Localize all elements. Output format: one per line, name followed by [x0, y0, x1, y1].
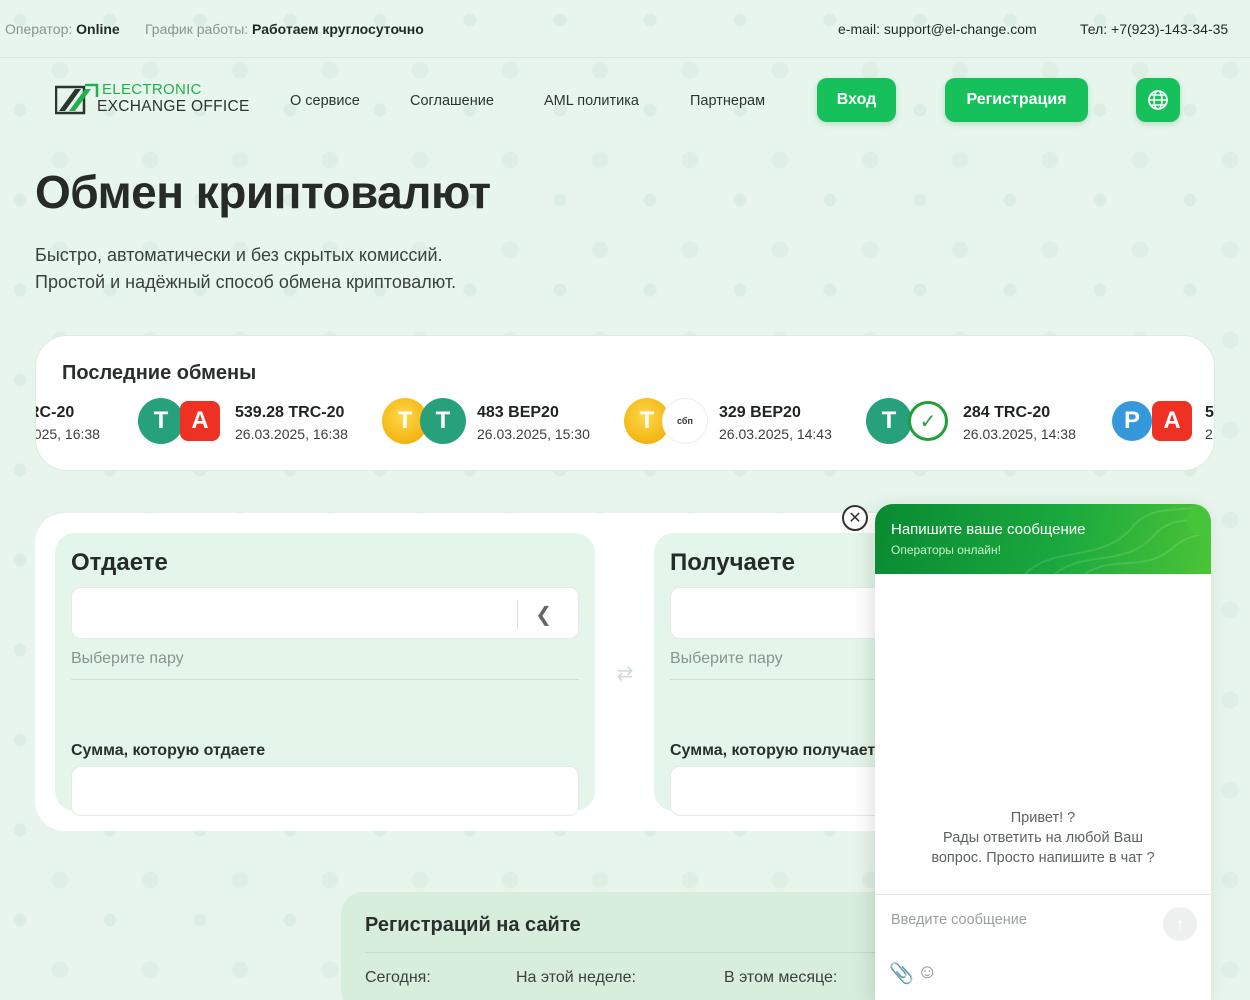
- registrations-divider: [365, 952, 885, 953]
- hero-subtitle-1: Быстро, автоматически и без скрытых коми…: [35, 245, 443, 265]
- chat-header: Напишите ваше сообщение Операторы онлайн…: [875, 504, 1211, 574]
- email-label: e-mail:: [838, 21, 881, 37]
- nav-aml-policy[interactable]: AML политика: [544, 93, 639, 109]
- schedule-label: График работы:: [145, 21, 249, 37]
- emoji-icon[interactable]: ☺: [917, 961, 937, 984]
- exchange-form-card: Отдаете ❮ Выберите пару Сумма, которую о…: [35, 513, 915, 831]
- chat-send-button[interactable]: ↑: [1163, 907, 1197, 941]
- operator-label: Оператор:: [5, 21, 73, 37]
- exchange-item: T сбп 329 BEP20 26.03.2025, 14:43: [624, 396, 854, 448]
- exchange-date: 26.03.2025, 14:38: [963, 426, 1076, 442]
- registrations-title: Регистраций на сайте: [365, 914, 581, 936]
- exchange-date: 26.03.2025, 14:43: [719, 426, 832, 442]
- exchange-date: 2: [1205, 426, 1213, 442]
- last-exchanges-card: Последние обмены RC-20 2025, 16:38 T А 5…: [35, 335, 1215, 471]
- phone-label: Тел:: [1080, 21, 1108, 37]
- logo-text-line1: ELECTRONIC: [102, 81, 202, 98]
- select-divider: [517, 600, 518, 630]
- exchange-item: RC-20 2025, 16:38: [36, 396, 138, 448]
- login-button[interactable]: Вход: [817, 78, 896, 122]
- exchange-date: 26.03.2025, 15:30: [477, 426, 590, 442]
- give-amount-label: Сумма, которую отдаете: [71, 742, 266, 759]
- last-exchanges-title: Последние обмены: [62, 362, 257, 384]
- exchange-amount: RC-20: [36, 404, 75, 421]
- sbp-icon: сбп: [662, 398, 708, 444]
- hero-subtitle-2: Простой и надёжный способ обмена криптов…: [35, 272, 457, 292]
- logo-mark-icon: [55, 83, 99, 115]
- register-button[interactable]: Регистрация: [945, 78, 1088, 122]
- email-contact[interactable]: e-mail: support@el-change.com: [838, 21, 1037, 37]
- give-currency-select[interactable]: ❮: [71, 587, 579, 639]
- give-title: Отдаете: [71, 549, 168, 576]
- give-panel: Отдаете ❮ Выберите пару Сумма, которую о…: [55, 533, 595, 816]
- chat-status-dot: [1187, 504, 1211, 536]
- site-logo[interactable]: ELECTRONIC EXCHANGE OFFICE: [55, 80, 260, 120]
- email-link[interactable]: support@el-change.com: [884, 21, 1037, 37]
- alfa-bank-icon: А: [180, 401, 220, 441]
- language-button[interactable]: [1136, 78, 1180, 122]
- exchange-amount: 5: [1205, 404, 1214, 421]
- sberbank-icon: ✓: [908, 401, 948, 441]
- exchange-amount: 329 BEP20: [719, 404, 801, 421]
- page-title: Обмен криптовалют: [35, 166, 491, 218]
- stat-month: В этом месяце:: [724, 969, 838, 986]
- receive-title: Получаете: [670, 549, 796, 576]
- chevron-left-icon[interactable]: ❮: [535, 602, 552, 627]
- exchange-amount: 284 TRC-20: [963, 404, 1051, 421]
- exchange-amount: 483 BEP20: [477, 404, 559, 421]
- top-info-bar: Оператор: Online График работы: Работаем…: [0, 0, 1250, 58]
- nav-about[interactable]: О сервисе: [290, 93, 360, 109]
- exchange-item: P А 5 2: [1112, 396, 1214, 448]
- exchange-item: T T 483 BEP20 26.03.2025, 15:30: [382, 396, 612, 448]
- alfa-bank-icon: А: [1152, 401, 1192, 441]
- close-icon[interactable]: ✕: [848, 508, 861, 528]
- globe-icon: [1148, 90, 1168, 110]
- receive-pair-hint: Выберите пару: [670, 650, 783, 667]
- work-schedule: График работы: Работаем круглосуточно: [145, 21, 424, 37]
- logo-text-line2: EXCHANGE OFFICE: [97, 98, 250, 115]
- nav-partners[interactable]: Партнерам: [690, 93, 765, 109]
- chat-greeting-line1: Привет! ?: [1010, 810, 1076, 826]
- stat-week: На этой неделе:: [516, 969, 636, 986]
- operator-status: Оператор: Online: [5, 21, 120, 37]
- swap-icon[interactable]: ⇄: [610, 653, 640, 693]
- tether-icon: T: [138, 398, 184, 444]
- phone-contact[interactable]: Тел: +7(923)-143-34-35: [1080, 21, 1228, 37]
- exchange-date: 2025, 16:38: [36, 426, 100, 442]
- give-pair-hint: Выберите пару: [71, 650, 184, 667]
- exchange-amount: 539.28 TRC-20: [235, 404, 345, 421]
- registrations-card: Регистраций на сайте Сегодня: На этой не…: [341, 892, 901, 1000]
- chat-input-divider: [875, 894, 1211, 895]
- operator-value: Online: [76, 21, 120, 37]
- chat-close-button[interactable]: ✕: [842, 505, 868, 531]
- chat-greeting-line3: вопрос. Просто напишите в чат ?: [931, 850, 1155, 866]
- exchange-date: 26.03.2025, 16:38: [235, 426, 348, 442]
- chat-greeting: Привет! ? Рады ответить на любой Ваш воп…: [895, 808, 1191, 868]
- exchange-item: T А 539.28 TRC-20 26.03.2025, 16:38: [138, 396, 368, 448]
- receive-amount-label: Сумма, которую получаете: [670, 742, 885, 759]
- tether-icon: T: [866, 398, 912, 444]
- chat-widget: Напишите ваше сообщение Операторы онлайн…: [875, 504, 1211, 1000]
- exchange-item: T ✓ 284 TRC-20 26.03.2025, 14:38: [866, 396, 1096, 448]
- give-divider: [71, 679, 579, 680]
- chat-message-input[interactable]: [891, 912, 1151, 928]
- paperclip-icon[interactable]: 📎: [889, 961, 914, 986]
- stat-today: Сегодня:: [365, 969, 431, 986]
- arrow-up-icon: ↑: [1175, 913, 1185, 934]
- tether-icon: T: [420, 398, 466, 444]
- nav-agreement[interactable]: Соглашение: [410, 93, 494, 109]
- chat-header-subtitle: Операторы онлайн!: [891, 543, 1001, 557]
- payeer-icon: P: [1112, 401, 1152, 441]
- chat-header-title: Напишите ваше сообщение: [891, 521, 1086, 538]
- chat-greeting-line2: Рады ответить на любой Ваш: [943, 830, 1143, 846]
- schedule-value: Работаем круглосуточно: [252, 21, 424, 37]
- give-amount-input[interactable]: [71, 766, 579, 816]
- phone-link[interactable]: +7(923)-143-34-35: [1111, 21, 1228, 37]
- chat-header-pattern: [1024, 504, 1211, 574]
